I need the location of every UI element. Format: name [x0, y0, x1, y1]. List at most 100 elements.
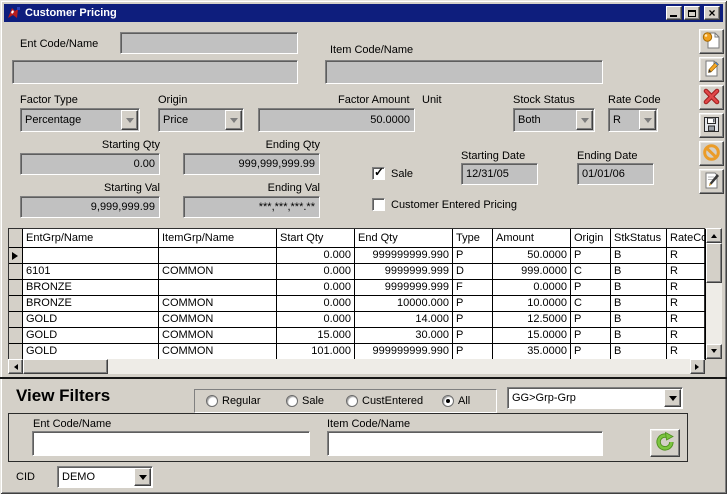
starting-qty-field[interactable]: 0.00 — [20, 153, 160, 175]
chevron-down-icon[interactable] — [121, 110, 138, 130]
ent-code-field[interactable] — [120, 32, 298, 54]
table-row[interactable]: 6101COMMON0.0009999999.999D999.0000CBR — [9, 264, 704, 280]
table-cell[interactable]: 999999999.990 — [355, 344, 453, 360]
table-cell[interactable]: D — [453, 264, 493, 280]
row-selector[interactable] — [9, 328, 23, 344]
table-cell[interactable]: P — [571, 248, 611, 264]
row-selector[interactable] — [9, 312, 23, 328]
new-record-button[interactable] — [699, 29, 724, 54]
table-cell[interactable]: 10.0000 — [493, 296, 571, 312]
column-header-amount[interactable]: Amount — [493, 229, 571, 248]
row-selector[interactable] — [9, 264, 23, 280]
column-header-end-qty[interactable]: End Qty — [355, 229, 453, 248]
table-row[interactable]: BRONZE0.0009999999.999F0.0000PBR — [9, 280, 704, 296]
row-selector[interactable] — [9, 296, 23, 312]
vertical-scroll-thumb[interactable] — [706, 243, 722, 283]
chevron-down-icon[interactable] — [639, 110, 656, 130]
radio-regular[interactable]: Regular — [206, 395, 261, 407]
minimize-button[interactable] — [666, 6, 682, 20]
radio-sale[interactable]: Sale — [286, 395, 324, 407]
table-cell[interactable] — [23, 248, 159, 264]
table-cell[interactable]: 999.0000 — [493, 264, 571, 280]
row-selector[interactable] — [9, 248, 23, 264]
table-cell[interactable]: 0.000 — [277, 248, 355, 264]
table-row[interactable]: 0.000999999999.990P50.0000PBR — [9, 248, 704, 264]
close-button[interactable]: × — [704, 6, 720, 20]
table-row[interactable]: GOLDCOMMON101.000999999999.990P35.0000PB… — [9, 344, 704, 360]
cid-combo[interactable]: DEMO — [57, 466, 153, 488]
table-cell[interactable]: 15.000 — [277, 328, 355, 344]
table-cell[interactable]: 0.000 — [277, 264, 355, 280]
table-cell[interactable]: 50.0000 — [493, 248, 571, 264]
table-cell[interactable]: P — [571, 344, 611, 360]
table-cell[interactable]: 0.000 — [277, 280, 355, 296]
horizontal-scroll-thumb[interactable] — [23, 359, 108, 374]
table-cell[interactable]: 15.0000 — [493, 328, 571, 344]
chevron-down-icon[interactable] — [225, 110, 242, 130]
table-row[interactable]: GOLDCOMMON15.00030.000P15.0000PBR — [9, 328, 704, 344]
table-cell[interactable]: B — [611, 328, 667, 344]
factor-amount-field[interactable]: 50.0000 — [258, 108, 415, 132]
table-cell[interactable]: B — [611, 248, 667, 264]
table-cell[interactable]: R — [667, 296, 706, 312]
table-cell[interactable]: B — [611, 296, 667, 312]
table-cell[interactable]: P — [571, 280, 611, 296]
table-row[interactable]: GOLDCOMMON0.00014.000P12.5000PBR — [9, 312, 704, 328]
scroll-left-button[interactable] — [8, 359, 23, 374]
table-cell[interactable]: 0.000 — [277, 296, 355, 312]
table-cell[interactable]: 30.000 — [355, 328, 453, 344]
table-cell[interactable]: C — [571, 264, 611, 280]
table-cell[interactable]: P — [571, 312, 611, 328]
scroll-down-button[interactable] — [706, 344, 722, 359]
sale-checkbox[interactable]: ✓ — [372, 167, 385, 180]
scroll-up-button[interactable] — [706, 228, 722, 243]
radio-custentered[interactable]: CustEntered — [346, 395, 423, 407]
grouping-combo[interactable]: GG>Grp-Grp — [507, 387, 683, 409]
table-cell[interactable]: 6101 — [23, 264, 159, 280]
factor-type-combo[interactable]: Percentage — [20, 108, 140, 132]
chevron-down-icon[interactable] — [664, 389, 681, 407]
table-cell[interactable]: GOLD — [23, 312, 159, 328]
table-cell[interactable]: 12.5000 — [493, 312, 571, 328]
rate-code-combo[interactable]: R — [608, 108, 658, 132]
scroll-right-button[interactable] — [690, 359, 705, 374]
memo-button[interactable] — [699, 169, 724, 194]
table-cell[interactable]: P — [453, 248, 493, 264]
table-cell[interactable]: R — [667, 312, 706, 328]
column-header-entgrp-name[interactable]: EntGrp/Name — [23, 229, 159, 248]
table-cell[interactable]: B — [611, 344, 667, 360]
ent-name-field[interactable] — [12, 60, 298, 84]
table-cell[interactable]: F — [453, 280, 493, 296]
maximize-button[interactable] — [684, 6, 700, 20]
table-cell[interactable]: 9999999.999 — [355, 264, 453, 280]
save-record-button[interactable] — [699, 113, 724, 138]
table-cell[interactable]: COMMON — [159, 344, 277, 360]
table-row[interactable]: BRONZECOMMON0.00010000.000P10.0000CBR — [9, 296, 704, 312]
item-name-field[interactable] — [325, 60, 603, 84]
table-cell[interactable]: BRONZE — [23, 280, 159, 296]
table-cell[interactable]: R — [667, 328, 706, 344]
grid-vertical-scrollbar[interactable] — [706, 228, 722, 359]
table-cell[interactable]: P — [571, 328, 611, 344]
table-cell[interactable]: R — [667, 344, 706, 360]
row-selector-header[interactable] — [9, 229, 23, 248]
ending-date-field[interactable]: 01/01/06 — [577, 163, 654, 185]
filter-ent-code-input[interactable] — [32, 431, 310, 456]
table-cell[interactable]: B — [611, 280, 667, 296]
row-selector[interactable] — [9, 344, 23, 360]
customer-entered-pricing-checkbox[interactable]: ✓ — [372, 198, 385, 211]
starting-val-field[interactable]: 9,999,999.99 — [20, 196, 160, 218]
table-cell[interactable]: 14.000 — [355, 312, 453, 328]
table-cell[interactable]: P — [453, 312, 493, 328]
table-cell[interactable]: COMMON — [159, 296, 277, 312]
table-cell[interactable]: 35.0000 — [493, 344, 571, 360]
table-cell[interactable]: 0.0000 — [493, 280, 571, 296]
column-header-origin[interactable]: Origin — [571, 229, 611, 248]
table-cell[interactable]: B — [611, 264, 667, 280]
column-header-start-qty[interactable]: Start Qty — [277, 229, 355, 248]
origin-combo[interactable]: Price — [158, 108, 244, 132]
table-cell[interactable]: COMMON — [159, 264, 277, 280]
table-cell[interactable]: C — [571, 296, 611, 312]
ending-qty-field[interactable]: 999,999,999.99 — [183, 153, 320, 175]
table-cell[interactable]: 101.000 — [277, 344, 355, 360]
